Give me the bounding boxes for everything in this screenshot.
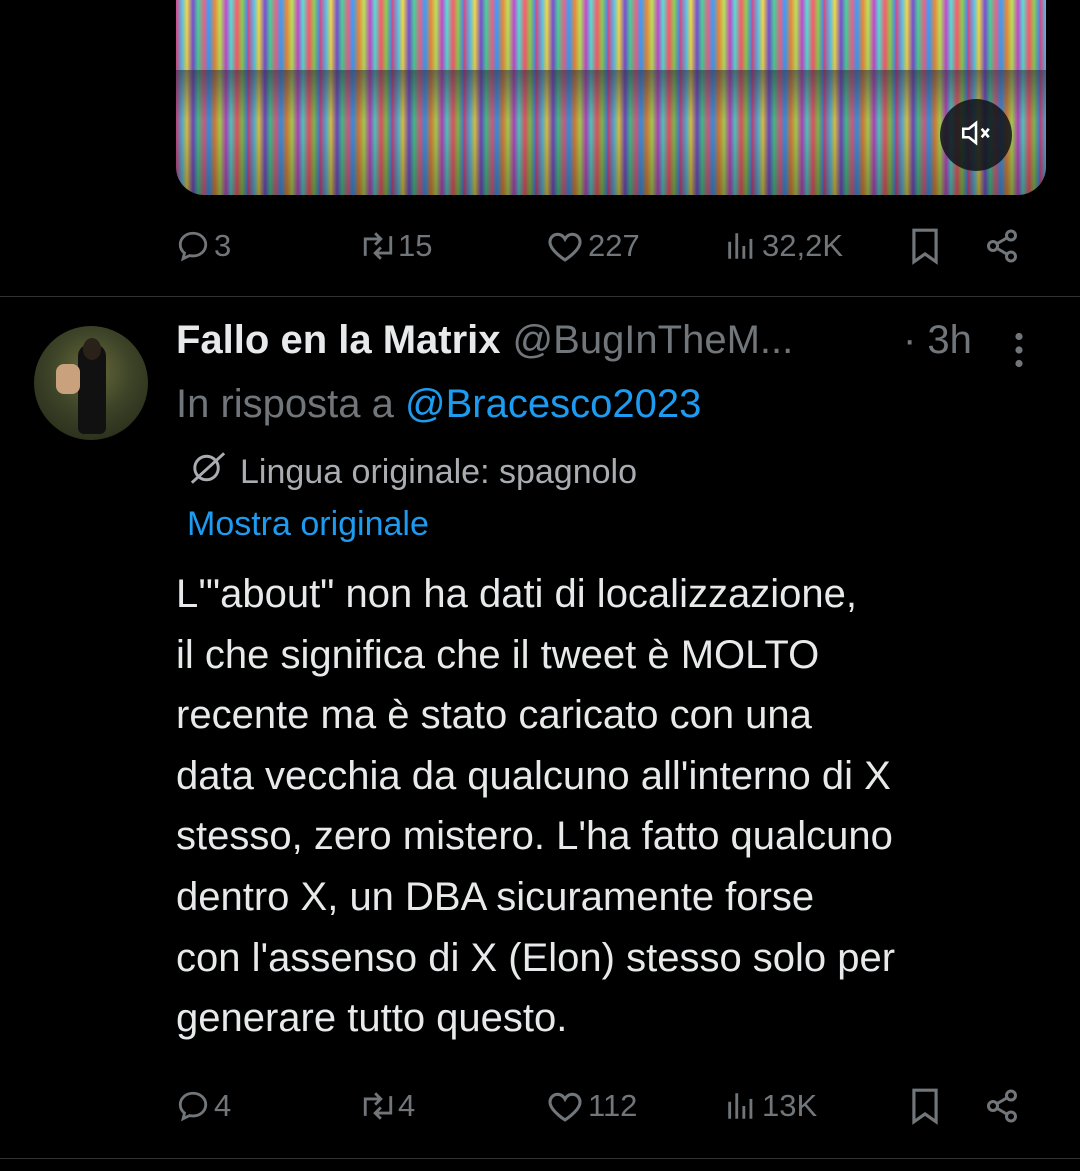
speaker-muted-icon [959, 116, 993, 155]
reply-count: 3 [214, 228, 232, 263]
tweet-divider [0, 296, 1080, 297]
repost-count: 4 [398, 1088, 416, 1123]
heart-icon [546, 1089, 584, 1123]
views-count: 32,2K [762, 228, 844, 263]
tweet-text-line: dentro X, un DBA sicuramente forse [176, 874, 815, 919]
avatar-head [83, 338, 101, 360]
reply-context: In risposta a @Bracesco2023 [176, 382, 701, 427]
reply-button[interactable]: 4 [176, 1078, 231, 1134]
views-button[interactable]: 32,2K [724, 218, 843, 274]
reply-mention-link[interactable]: @Bracesco2023 [405, 382, 701, 426]
translation-notice: Lingua originale: spagnolo [186, 450, 637, 495]
views-bars-icon [724, 1089, 758, 1123]
avatar-hand [56, 364, 80, 394]
tweet-divider [0, 1158, 1080, 1159]
like-count: 227 [588, 228, 640, 263]
reply-count: 4 [214, 1088, 232, 1123]
like-count: 112 [588, 1088, 638, 1123]
tweet-text-line: recente ma è stato caricato con una [176, 693, 812, 738]
tweet2-action-bar: 4 4 112 13K [176, 1078, 1036, 1134]
views-bars-icon [724, 229, 758, 263]
share-button[interactable] [984, 218, 1020, 274]
tweet-text-line: data vecchia da qualcuno all'interno di … [176, 753, 891, 798]
tweet-text-line: L'"about" non ha dati di localizzazione, [176, 572, 857, 616]
share-button[interactable] [984, 1078, 1020, 1134]
bookmark-button[interactable] [908, 218, 942, 274]
repost-button[interactable]: 4 [358, 1078, 415, 1134]
like-button[interactable]: 227 [546, 218, 640, 274]
translate-icon [186, 450, 240, 495]
share-icon [984, 1088, 1020, 1124]
original-language-label: Lingua originale: spagnolo [240, 453, 637, 491]
avatar[interactable] [34, 326, 148, 440]
repost-count: 15 [398, 228, 433, 263]
views-button[interactable]: 13K [724, 1078, 817, 1134]
tweet1-action-bar: 3 15 227 32,2K [176, 218, 1036, 274]
tweet-text-line: con l'assenso di X (Elon) stesso solo pe… [176, 935, 896, 980]
tweet-time[interactable]: · 3h [903, 318, 972, 363]
bookmark-button[interactable] [908, 1078, 942, 1134]
repost-arrows-icon [358, 229, 398, 263]
like-button[interactable]: 112 [546, 1078, 637, 1134]
tweet-video[interactable] [176, 0, 1046, 195]
tweet-header: Fallo en la Matrix @BugInTheM... · 3h [176, 318, 1036, 374]
reply-prefix: In risposta a [176, 382, 394, 426]
reply-bubble-icon [176, 229, 210, 263]
share-icon [984, 228, 1020, 264]
author-handle[interactable]: @BugInTheM... [513, 318, 794, 363]
views-count: 13K [762, 1088, 818, 1123]
more-vertical-icon[interactable] [1012, 332, 1026, 378]
repost-arrows-icon [358, 1089, 398, 1123]
tweet-text: L'"about" non ha dati di localizzazione,… [176, 564, 1046, 1049]
tweet-text-line: il che significa che il tweet è MOLTO [176, 632, 820, 677]
bookmark-icon [908, 227, 942, 265]
tweet-text-line: generare tutto questo. [176, 996, 568, 1041]
reply-button[interactable]: 3 [176, 218, 231, 274]
repost-button[interactable]: 15 [358, 218, 432, 274]
bookmark-icon [908, 1087, 942, 1125]
video-frame-overlay [176, 70, 1046, 120]
author-name[interactable]: Fallo en la Matrix [176, 318, 501, 363]
show-original-link[interactable]: Mostra originale [187, 505, 429, 544]
heart-icon [546, 229, 584, 263]
mute-button[interactable] [940, 99, 1012, 171]
tweet-text-line: stesso, zero mistero. L'ha fatto qualcun… [176, 814, 893, 859]
reply-bubble-icon [176, 1089, 210, 1123]
